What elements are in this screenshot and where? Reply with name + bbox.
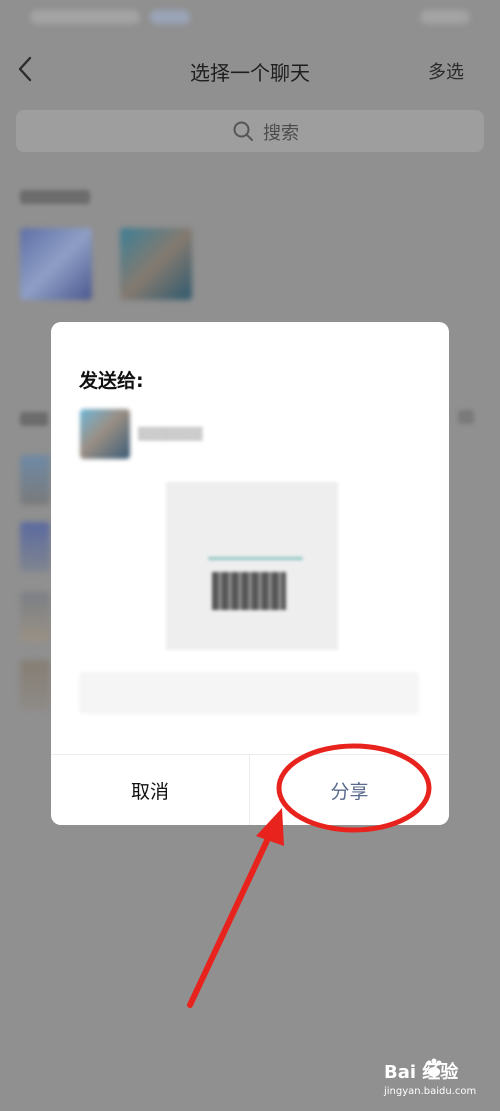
search-icon (233, 121, 253, 141)
shared-content-preview (166, 482, 338, 650)
dialog-button-row: 取消 分享 (51, 754, 449, 825)
search-input[interactable]: 搜索 (16, 110, 484, 152)
page-title: 选择一个聊天 (190, 61, 310, 85)
chat-list-avatar[interactable] (20, 592, 50, 642)
side-mark-blurred (458, 410, 474, 424)
recipient-name-blurred: ▒▒▒▒▒▒▒ (138, 427, 203, 441)
chat-list-avatar[interactable] (20, 660, 50, 710)
dialog-title: 发送给: (79, 370, 144, 392)
watermark-logo: Bai 经验 (384, 1062, 459, 1083)
share-button[interactable]: 分享 (250, 755, 449, 825)
watermark: Bai 经验 jingyan.baidu.com (384, 1058, 496, 1106)
share-dialog: 发送给: ▒▒▒▒▒▒▒ 取消 分享 (51, 322, 449, 825)
section-label-blurred (20, 190, 90, 204)
paw-icon (426, 1058, 442, 1077)
message-input[interactable] (79, 672, 419, 714)
section-label-blurred (20, 412, 48, 426)
top-nav: 选择一个聊天 多选 (0, 40, 500, 100)
recent-chat-thumbnail[interactable] (120, 228, 192, 300)
recent-chat-thumbnail[interactable] (20, 228, 92, 300)
status-bar (0, 0, 500, 36)
chat-list-avatar[interactable] (20, 522, 50, 572)
cancel-button[interactable]: 取消 (51, 755, 250, 825)
chat-list-avatar[interactable] (20, 455, 50, 505)
recipient-avatar (80, 409, 130, 459)
multi-select-button[interactable]: 多选 (428, 58, 464, 84)
search-placeholder: 搜索 (263, 123, 299, 144)
watermark-site: jingyan.baidu.com (384, 1086, 477, 1097)
